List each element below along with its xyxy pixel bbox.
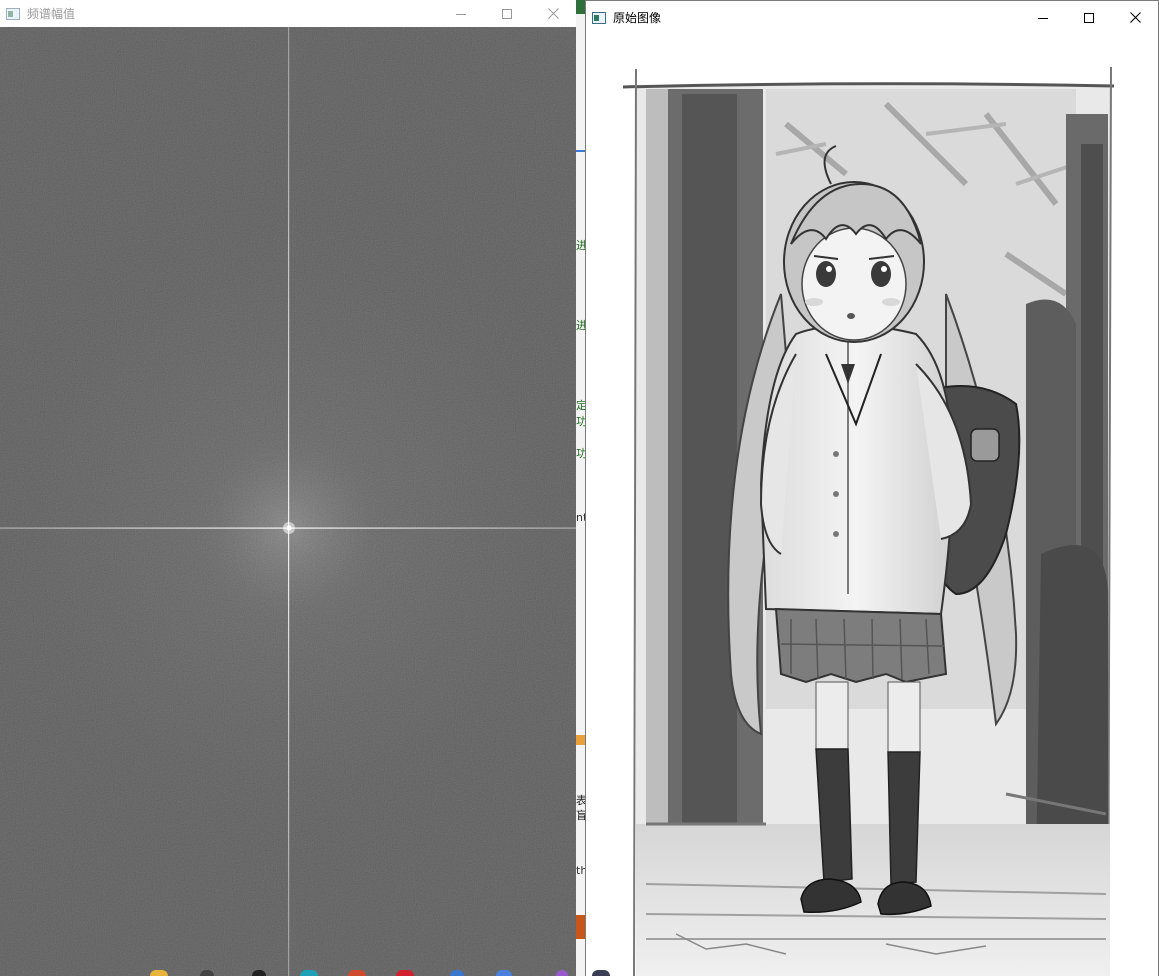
- background-strip-marker: [576, 735, 585, 745]
- spectrum-window[interactable]: 频谱幅值: [0, 0, 576, 976]
- maximize-button[interactable]: [484, 0, 530, 27]
- close-icon: [547, 8, 559, 19]
- original-window-title: 原始图像: [613, 11, 662, 25]
- app-icon[interactable]: [348, 970, 366, 976]
- opencv-window-icon: [592, 11, 606, 24]
- app-icon[interactable]: [252, 970, 266, 976]
- strip-text: 表: [576, 794, 585, 807]
- original-image: [586, 34, 1158, 976]
- close-icon: [1129, 12, 1141, 23]
- background-strip-orange: [576, 915, 585, 939]
- spectrum-window-title: 频谱幅值: [27, 7, 76, 21]
- strip-text: nt: [576, 511, 585, 524]
- strip-text: 定: [576, 399, 585, 412]
- minimize-button[interactable]: [1020, 1, 1066, 34]
- strip-text: 功: [576, 447, 585, 460]
- spectrum-titlebar[interactable]: 频谱幅值: [0, 0, 576, 27]
- original-titlebar[interactable]: 原始图像: [586, 1, 1158, 34]
- original-image-window[interactable]: 原始图像: [585, 0, 1159, 976]
- close-button[interactable]: [1112, 1, 1158, 34]
- minimize-icon: [456, 13, 466, 15]
- background-strip-line: [576, 150, 585, 152]
- maximize-icon: [1084, 12, 1094, 23]
- strip-text: th: [576, 864, 585, 877]
- app-icon[interactable]: [396, 970, 414, 976]
- maximize-button[interactable]: [1066, 1, 1112, 34]
- app-icon[interactable]: [300, 970, 318, 976]
- app-icon[interactable]: [556, 970, 568, 976]
- app-icon[interactable]: [496, 970, 512, 976]
- minimize-button[interactable]: [438, 0, 484, 27]
- folder-icon[interactable]: [150, 970, 168, 976]
- app-icon[interactable]: [200, 970, 214, 976]
- spectrum-image: [0, 27, 576, 976]
- strip-text: 盲: [576, 809, 585, 822]
- background-strip-bar: [576, 0, 585, 14]
- app-icon[interactable]: [450, 970, 464, 976]
- background-window-strip: 进 进 定 功 功 nt 表 盲 th: [576, 0, 585, 976]
- strip-text: 功: [576, 415, 585, 428]
- maximize-icon: [502, 8, 512, 19]
- minimize-icon: [1038, 17, 1048, 19]
- app-icon[interactable]: [592, 970, 610, 976]
- strip-text: 进: [576, 239, 585, 252]
- close-button[interactable]: [530, 0, 576, 27]
- opencv-window-icon: [6, 7, 20, 20]
- strip-text: 进: [576, 319, 585, 332]
